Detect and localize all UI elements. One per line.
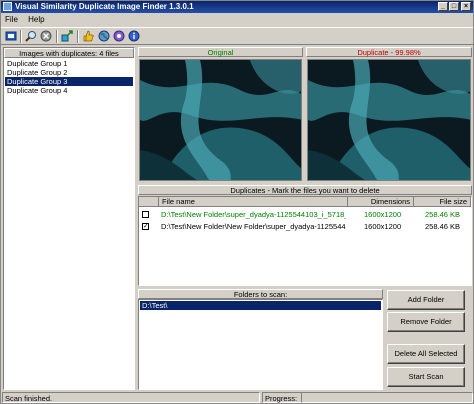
app-icon — [3, 2, 12, 11]
table-row[interactable]: ✓ D:\Test\New Folder\New Folder\super_dy… — [139, 221, 471, 232]
row-filesize: 258.46 KB — [425, 210, 461, 219]
duplicate-image — [307, 59, 471, 181]
row-filesize: 258.46 KB — [425, 222, 461, 231]
remove-folder-button[interactable]: Remove Folder — [387, 312, 465, 332]
list-item-selected[interactable]: Duplicate Group 3 — [5, 77, 133, 86]
close-button[interactable]: × — [461, 2, 471, 11]
row-checkbox[interactable] — [142, 211, 149, 218]
minimize-button[interactable]: _ — [438, 2, 448, 11]
original-image — [139, 59, 302, 181]
groups-panel: Images with duplicates: 4 files Duplicat… — [3, 47, 135, 390]
open-project-icon[interactable] — [5, 30, 17, 42]
list-item[interactable]: Duplicate Group 2 — [5, 68, 133, 77]
folders-header: Folders to scan: — [138, 289, 383, 299]
row-filename: D:\Test\New Folder\New Folder\super_dyad… — [161, 222, 346, 231]
folders-list: D:\Test\ — [138, 299, 383, 390]
app-window: Visual Similarity Duplicate Image Finder… — [0, 0, 474, 404]
start-scan-button[interactable]: Start Scan — [387, 367, 465, 387]
table-row[interactable]: D:\Test\New Folder\super_dyadya-11255441… — [139, 209, 471, 220]
thumb-up-icon[interactable] — [82, 30, 94, 42]
progress-label: Progress: — [262, 392, 302, 403]
toolbar — [1, 27, 473, 45]
column-header-filesize[interactable]: File size — [414, 197, 471, 207]
groups-header: Images with duplicates: 4 files — [4, 48, 134, 58]
web-icon[interactable] — [98, 30, 110, 42]
toolbar-separator — [20, 30, 22, 43]
help-icon[interactable] — [113, 30, 125, 42]
column-header-filename[interactable]: File name — [159, 197, 348, 207]
folder-item-selected[interactable]: D:\Test\ — [140, 301, 381, 310]
duplicates-table: File name Dimensions File size D:\Test\N… — [138, 196, 472, 286]
duplicates-header: Duplicates - Mark the files you want to … — [138, 185, 472, 195]
row-dimensions: 1600x1200 — [364, 222, 402, 231]
row-dimensions: 1600x1200 — [364, 210, 402, 219]
stop-icon[interactable] — [40, 30, 52, 42]
add-folder-button[interactable]: Add Folder — [387, 290, 465, 310]
status-text: Scan finished. — [2, 392, 260, 403]
delete-all-selected-button[interactable]: Delete All Selected — [387, 344, 465, 364]
move-files-icon[interactable] — [61, 30, 73, 42]
maximize-button[interactable]: □ — [449, 2, 459, 11]
row-checkbox-checked[interactable]: ✓ — [142, 223, 149, 230]
duplicate-label: Duplicate - 99.98% — [306, 47, 472, 57]
toolbar-separator — [77, 30, 79, 43]
column-header-dimensions[interactable]: Dimensions — [348, 197, 414, 207]
window-title: Visual Similarity Duplicate Image Finder… — [15, 2, 194, 11]
toolbar-separator — [56, 30, 58, 43]
search-icon[interactable] — [25, 30, 37, 42]
original-label: Original — [138, 47, 303, 57]
info-icon[interactable] — [128, 30, 140, 42]
menu-help[interactable]: Help — [24, 14, 48, 26]
progress-bar — [301, 392, 473, 403]
check-column-header[interactable] — [139, 197, 159, 207]
menu-bar: File Help — [1, 14, 473, 26]
groups-list: Duplicate Group 1 Duplicate Group 2 Dupl… — [5, 59, 133, 95]
row-filename: D:\Test\New Folder\super_dyadya-11255441… — [161, 210, 346, 219]
list-item[interactable]: Duplicate Group 1 — [5, 59, 133, 68]
list-item[interactable]: Duplicate Group 4 — [5, 86, 133, 95]
title-bar: Visual Similarity Duplicate Image Finder… — [1, 1, 473, 13]
menu-file[interactable]: File — [1, 14, 22, 26]
